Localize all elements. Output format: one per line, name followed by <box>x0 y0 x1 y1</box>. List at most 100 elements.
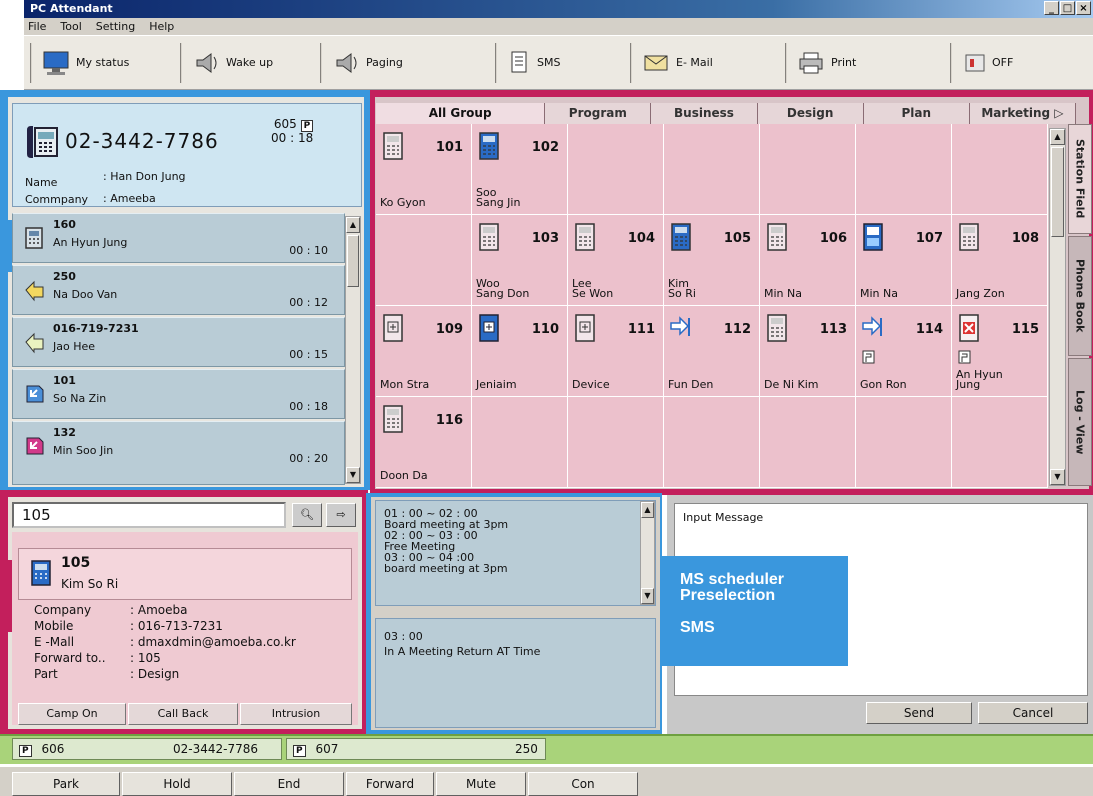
park-slot-2[interactable]: P 607 250 <box>286 738 546 760</box>
station-cell[interactable]: 111 Device <box>568 306 664 397</box>
close-button[interactable]: × <box>1076 1 1091 15</box>
station-cell[interactable]: 101 Ko Gyon <box>376 124 472 215</box>
tab-scroll-right-icon[interactable]: ▷ <box>1054 106 1063 120</box>
my-status-label: My status <box>76 56 130 69</box>
station-cell[interactable]: 116 Doon Da <box>376 397 472 488</box>
station-grid: 101 Ko Gyon 102 Soo Sang Jin 103 Woo Sang Don… <box>376 124 1048 488</box>
park-slot-1[interactable]: P 606 02-3442-7786 <box>12 738 282 760</box>
menu-help[interactable]: Help <box>149 18 174 35</box>
print-button[interactable]: Print <box>785 42 950 83</box>
station-cell <box>568 124 664 215</box>
park-badge: P <box>19 745 32 757</box>
queue-item[interactable]: 016-719-7231 Jao Hee 00 : 15 <box>12 317 345 367</box>
hold-button[interactable]: Hold <box>122 772 232 796</box>
tab-all-group[interactable]: All Group <box>376 103 546 124</box>
active-call-card[interactable]: 02-3442-7786 605 P 00 : 18 Name : Han Do… <box>12 103 362 207</box>
off-button[interactable]: OFF <box>950 42 1060 83</box>
paging-button[interactable]: Paging <box>320 42 495 83</box>
con-button[interactable]: Con <box>528 772 638 796</box>
station-cell <box>760 124 856 215</box>
station-cell[interactable]: 105 Kim So Ri <box>664 215 760 306</box>
tab-marketing[interactable]: Marketing ▷ <box>969 103 1077 124</box>
station-cell[interactable]: 114 Gon Ron <box>856 306 952 397</box>
tab-log-view[interactable]: Log - View <box>1068 358 1092 486</box>
maximize-button[interactable]: □ <box>1060 1 1075 15</box>
station-cell[interactable]: 115 An Hyun Jung <box>952 306 1048 397</box>
search-icon: 🔍︎ <box>300 508 314 521</box>
phone-icon <box>27 126 58 158</box>
email-button[interactable]: E- Mail <box>630 42 785 83</box>
document-icon <box>511 51 527 72</box>
end-button[interactable]: End <box>234 772 344 796</box>
scroll-up-button[interactable]: ▲ <box>1050 129 1065 145</box>
preselection-box[interactable]: 03 : 00 In A Meeting Return AT Time <box>375 618 656 728</box>
callback-icon <box>26 437 44 455</box>
scroll-down-button[interactable]: ▼ <box>641 588 654 604</box>
forward-button[interactable]: Forward <box>346 772 434 796</box>
tab-program[interactable]: Program <box>545 103 652 124</box>
station-name: Doon Da <box>380 469 428 482</box>
station-cell[interactable]: 112 Fun Den <box>664 306 760 397</box>
tab-station-field[interactable]: Station Field <box>1068 124 1092 234</box>
schedule-list[interactable]: 01 : 00 ~ 02 : 00 Board meeting at 3pm 0… <box>375 500 656 606</box>
station-cell[interactable]: 107 Min Na <box>856 215 952 306</box>
transfer-icon <box>25 332 44 354</box>
station-cell[interactable]: 108 Jang Zon <box>952 215 1048 306</box>
menu-tool[interactable]: Tool <box>60 18 81 35</box>
scroll-down-button[interactable]: ▼ <box>346 467 360 483</box>
station-scrollbar[interactable]: ▲ ▼ <box>1049 128 1066 486</box>
scroll-down-button[interactable]: ▼ <box>1050 469 1065 485</box>
off-label: OFF <box>992 56 1014 69</box>
wake-up-button[interactable]: Wake up <box>180 42 320 83</box>
contact-field-value: : 105 <box>130 651 161 665</box>
search-input[interactable]: 105 <box>12 502 286 528</box>
station-cell[interactable]: 104 Lee Se Won <box>568 215 664 306</box>
search-button[interactable]: 🔍︎ <box>292 503 322 527</box>
station-cell[interactable]: 109 Mon Stra <box>376 306 472 397</box>
tab-phone-book[interactable]: Phone Book <box>1068 236 1092 356</box>
park-slot-2-ext: 607 <box>315 742 339 756</box>
sms-placeholder: Input Message <box>683 511 764 524</box>
station-name: Soo Sang Jin <box>476 186 521 209</box>
phone-icon <box>957 222 981 255</box>
park-button[interactable]: Park <box>12 772 120 796</box>
title-bar: PC Attendant _ □ × <box>24 0 1093 18</box>
station-cell[interactable]: 103 Woo Sang Don <box>472 215 568 306</box>
scroll-up-button[interactable]: ▲ <box>641 502 654 518</box>
sms-button[interactable]: SMS <box>495 42 630 83</box>
mute-button[interactable]: Mute <box>436 772 526 796</box>
scroll-up-button[interactable]: ▲ <box>346 217 360 233</box>
queue-item[interactable]: 160 An Hyun Jung 00 : 10 <box>12 213 345 263</box>
station-cell[interactable]: 102 Soo Sang Jin <box>472 124 568 215</box>
call-back-button[interactable]: Call Back <box>128 703 238 725</box>
scroll-thumb[interactable] <box>1051 147 1064 237</box>
station-cell[interactable]: 106 Min Na <box>760 215 856 306</box>
queue-item[interactable]: 250 Na Doo Van 00 : 12 <box>12 265 345 315</box>
queue-time: 00 : 10 <box>289 244 328 257</box>
menu-file[interactable]: File <box>28 18 46 35</box>
station-extension: 111 <box>627 322 655 337</box>
queue-item[interactable]: 132 Min Soo Jin 00 : 20 <box>12 421 345 485</box>
send-button[interactable]: Send <box>866 702 972 724</box>
contact-header[interactable]: 105 Kim So Ri <box>18 548 352 600</box>
scroll-thumb[interactable] <box>347 235 359 287</box>
tab-business[interactable]: Business <box>651 103 758 124</box>
queue-scrollbar[interactable]: ▲ ▼ <box>345 216 361 484</box>
go-button[interactable]: ⇨ <box>326 503 356 527</box>
intrusion-button[interactable]: Intrusion <box>240 703 352 725</box>
station-cell[interactable]: 110 Jeniaim <box>472 306 568 397</box>
my-status-button[interactable]: My status <box>30 42 180 83</box>
schedule-scrollbar[interactable]: ▲ ▼ <box>640 501 655 605</box>
park-badge: P <box>293 745 306 757</box>
station-cell[interactable]: 113 De Ni Kim <box>760 306 856 397</box>
tab-design[interactable]: Design <box>757 103 864 124</box>
preselection-text: 03 : 00 In A Meeting Return AT Time <box>384 629 540 659</box>
tab-plan[interactable]: Plan <box>863 103 970 124</box>
queue-item[interactable]: 101 So Na Zin 00 : 18 <box>12 369 345 419</box>
station-cell <box>952 124 1048 215</box>
station-cell-empty <box>760 397 856 488</box>
minimize-button[interactable]: _ <box>1044 1 1059 15</box>
camp-on-button[interactable]: Camp On <box>18 703 126 725</box>
menu-setting[interactable]: Setting <box>96 18 135 35</box>
cancel-button[interactable]: Cancel <box>978 702 1088 724</box>
